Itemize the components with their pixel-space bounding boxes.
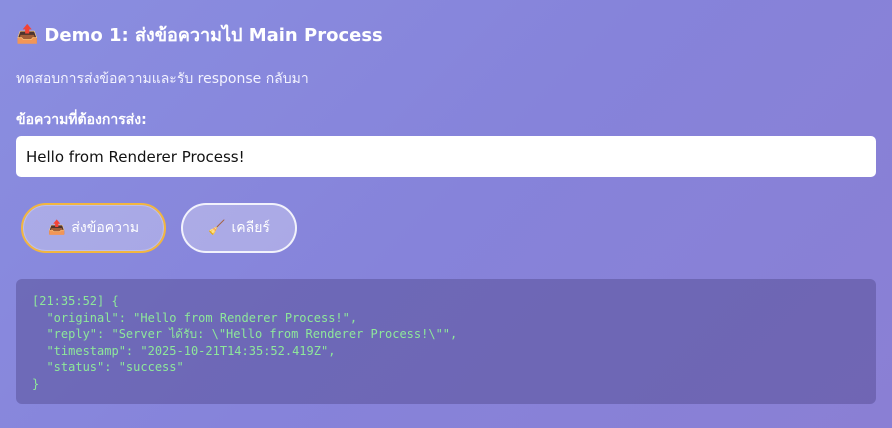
output-line: "reply": "Server ได้รับ: \"Hello from Re… — [32, 327, 458, 341]
outbox-icon: 📤 — [16, 24, 39, 45]
clear-button-label: เคลียร์ — [231, 220, 270, 236]
output-line: "timestamp": "2025-10-21T14:35:52.419Z", — [32, 343, 336, 358]
demo-description: ทดสอบการส่งข้อความและรับ response กลับมา — [16, 71, 309, 87]
output-line: "status": "success" — [32, 360, 184, 374]
response-output: [21:35:52] { "original": "Hello from Ren… — [16, 279, 876, 404]
output-line: [21:35:52] { — [32, 294, 119, 308]
demo-title-text: Demo 1: ส่งข้อความไป Main Process — [44, 25, 383, 46]
send-message-button[interactable]: 📤 ส่งข้อความ — [21, 203, 166, 253]
send-message-button-label: ส่งข้อความ — [71, 220, 140, 236]
clear-button[interactable]: 🧹 เคลียร์ — [181, 203, 297, 253]
demo-title: 📤 Demo 1: ส่งข้อความไป Main Process — [16, 20, 383, 49]
output-line: "original": "Hello from Renderer Process… — [32, 310, 358, 325]
outbox-icon: 📤 — [47, 220, 66, 236]
demo-panel: 📤 Demo 1: ส่งข้อความไป Main Process ทดสอ… — [0, 0, 892, 428]
message-input-label: ข้อความที่ต้องการส่ง: — [16, 112, 147, 128]
output-line: } — [32, 376, 40, 391]
broom-icon: 🧹 — [208, 220, 226, 236]
message-input[interactable] — [16, 136, 876, 177]
